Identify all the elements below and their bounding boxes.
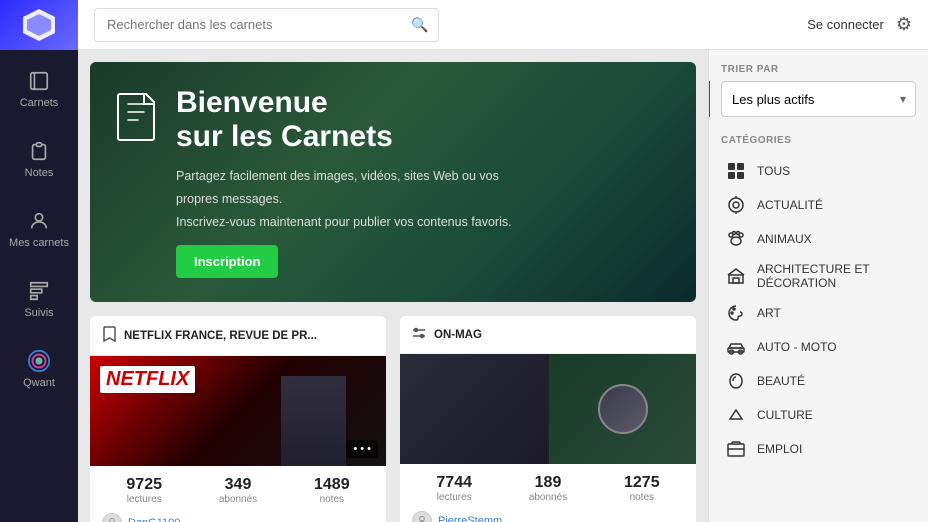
card-onmag-stats: 7744 lectures 189 abonnés 1275 notes xyxy=(400,464,696,507)
category-culture[interactable]: CULTURE xyxy=(721,398,916,432)
stat-netflix-notes: 1489 notes xyxy=(314,476,350,505)
suivis-icon xyxy=(27,279,51,303)
category-beaute-label: BEAUTÉ xyxy=(757,374,805,388)
hero-icon xyxy=(114,90,158,152)
sort-select[interactable]: Les plus actifs Les plus récents Les plu… xyxy=(721,81,916,117)
onmag-avatar xyxy=(412,511,432,522)
card-onmag-header: ON-MAG xyxy=(400,316,696,354)
qwant-icon xyxy=(27,349,51,373)
carnets-icon xyxy=(27,69,51,93)
beaute-icon xyxy=(725,370,747,392)
sidebar-carnets-label: Carnets xyxy=(20,97,59,109)
sidebar-item-notes[interactable]: Notes xyxy=(0,124,78,194)
card-netflix-stats: 9725 lectures 349 abonnés 1489 notes xyxy=(90,466,386,509)
stat-onmag-lectures: 7744 lectures xyxy=(436,474,472,503)
culture-icon xyxy=(725,404,747,426)
card-netflix: NETFLIX FRANCE, REVUE DE PR... NETFLIX •… xyxy=(90,316,386,522)
category-animaux[interactable]: ANIMAUX xyxy=(721,222,916,256)
right-sidebar: TRIER PAR Les plus actifs Les plus récen… xyxy=(708,50,928,522)
animaux-icon xyxy=(725,228,747,250)
category-emploi-label: EMPLOI xyxy=(757,442,802,456)
category-actualite-label: ACTUALITÉ xyxy=(757,198,823,212)
card-onmag-image xyxy=(400,354,696,464)
sidebar-item-suivis[interactable]: Suivis xyxy=(0,264,78,334)
hero-desc2: propres messages. xyxy=(176,190,512,209)
search-container: 🔍 xyxy=(94,8,439,42)
stat-onmag-abonnes: 189 abonnés xyxy=(529,474,567,503)
category-animaux-label: ANIMAUX xyxy=(757,232,812,246)
sidebar-mes-carnets-label: Mes carnets xyxy=(9,237,69,249)
sort-select-wrap: Les plus actifs Les plus récents Les plu… xyxy=(721,81,916,117)
netflix-more-btn: • • • xyxy=(346,440,378,458)
hero-title-line2: sur les Carnets xyxy=(176,119,512,155)
hero-title-line1: Bienvenue xyxy=(176,86,512,119)
stat-netflix-abonnes: 349 abonnés xyxy=(219,476,257,505)
category-beaute[interactable]: BEAUTÉ xyxy=(721,364,916,398)
category-art-label: ART xyxy=(757,306,781,320)
auto-moto-icon xyxy=(725,336,747,358)
card-netflix-author: DanG1100 xyxy=(90,509,386,522)
card-netflix-header: NETFLIX FRANCE, REVUE DE PR... xyxy=(90,316,386,356)
category-culture-label: CULTURE xyxy=(757,408,813,422)
search-input[interactable] xyxy=(94,8,439,42)
netflix-avatar xyxy=(102,513,122,522)
category-emploi[interactable]: EMPLOI xyxy=(721,432,916,466)
category-tous-label: TOUS xyxy=(757,164,790,178)
hero-text: Bienvenue sur les Carnets Partagez facil… xyxy=(176,86,512,278)
category-auto-moto-label: AUTO - MOTO xyxy=(757,340,837,354)
tous-icon xyxy=(725,160,747,182)
art-icon xyxy=(725,302,747,324)
category-auto-moto[interactable]: AUTO - MOTO xyxy=(721,330,916,364)
content-area: Bienvenue sur les Carnets Partagez facil… xyxy=(78,50,928,522)
category-actualite[interactable]: ACTUALITÉ xyxy=(721,188,916,222)
card-netflix-image: NETFLIX • • • xyxy=(90,356,386,466)
card-onmag-title: ON-MAG xyxy=(434,329,482,341)
sidebar-item-mes-carnets[interactable]: Mes carnets xyxy=(0,194,78,264)
notes-icon xyxy=(27,139,51,163)
header: 🔍 Se connecter ⚙ xyxy=(78,0,928,50)
netflix-logo-text: NETFLIX xyxy=(106,368,189,390)
sort-label: TRIER PAR xyxy=(721,64,916,75)
onmag-author-name[interactable]: PierreStemm... xyxy=(438,515,511,522)
netflix-author-name[interactable]: DanG1100 xyxy=(128,517,180,522)
architecture-icon xyxy=(725,265,747,287)
categories-label: CATÉGORIES xyxy=(721,135,916,146)
hero-desc1: Partagez facilement des images, vidéos, … xyxy=(176,167,512,186)
category-art[interactable]: ART xyxy=(721,296,916,330)
card-onmag-author: PierreStemm... xyxy=(400,507,696,522)
card-netflix-title: NETFLIX FRANCE, REVUE DE PR... xyxy=(124,330,317,342)
settings-button[interactable]: ⚙ xyxy=(896,14,912,35)
search-icon: 🔍 xyxy=(411,16,428,33)
inscription-button[interactable]: Inscription xyxy=(176,245,278,278)
feed: Bienvenue sur les Carnets Partagez facil… xyxy=(78,50,708,522)
card-onmag: ON-MAG 7744 lectures xyxy=(400,316,696,522)
sidebar-qwant-label: Qwant xyxy=(23,377,55,389)
red-bar xyxy=(708,81,710,117)
stat-onmag-notes: 1275 notes xyxy=(624,474,660,503)
category-architecture-label: ARCHITECTURE ET DÉCORATION xyxy=(757,262,912,290)
sidebar-item-qwant[interactable]: Qwant xyxy=(0,334,78,404)
card-onmag-icon xyxy=(412,326,426,343)
logo[interactable] xyxy=(0,0,78,50)
card-netflix-icon xyxy=(102,326,116,345)
cards-grid: NETFLIX FRANCE, REVUE DE PR... NETFLIX •… xyxy=(90,316,696,522)
category-architecture[interactable]: ARCHITECTURE ET DÉCORATION xyxy=(721,256,916,296)
stat-netflix-lectures: 9725 lectures xyxy=(126,476,162,505)
hero-desc3: Inscrivez-vous maintenant pour publier v… xyxy=(176,213,512,232)
hero-banner: Bienvenue sur les Carnets Partagez facil… xyxy=(90,62,696,302)
main-area: 🔍 Se connecter ⚙ Bienvenue sur les Carn xyxy=(78,0,928,522)
emploi-icon xyxy=(725,438,747,460)
category-tous[interactable]: TOUS xyxy=(721,154,916,188)
actualite-icon xyxy=(725,194,747,216)
sidebar-suivis-label: Suivis xyxy=(24,307,53,319)
login-button[interactable]: Se connecter xyxy=(807,17,884,32)
sidebar-notes-label: Notes xyxy=(25,167,54,179)
sidebar: Carnets Notes Mes carnets Suivis Qwant xyxy=(0,0,78,522)
mes-carnets-icon xyxy=(27,209,51,233)
sidebar-item-carnets[interactable]: Carnets xyxy=(0,54,78,124)
